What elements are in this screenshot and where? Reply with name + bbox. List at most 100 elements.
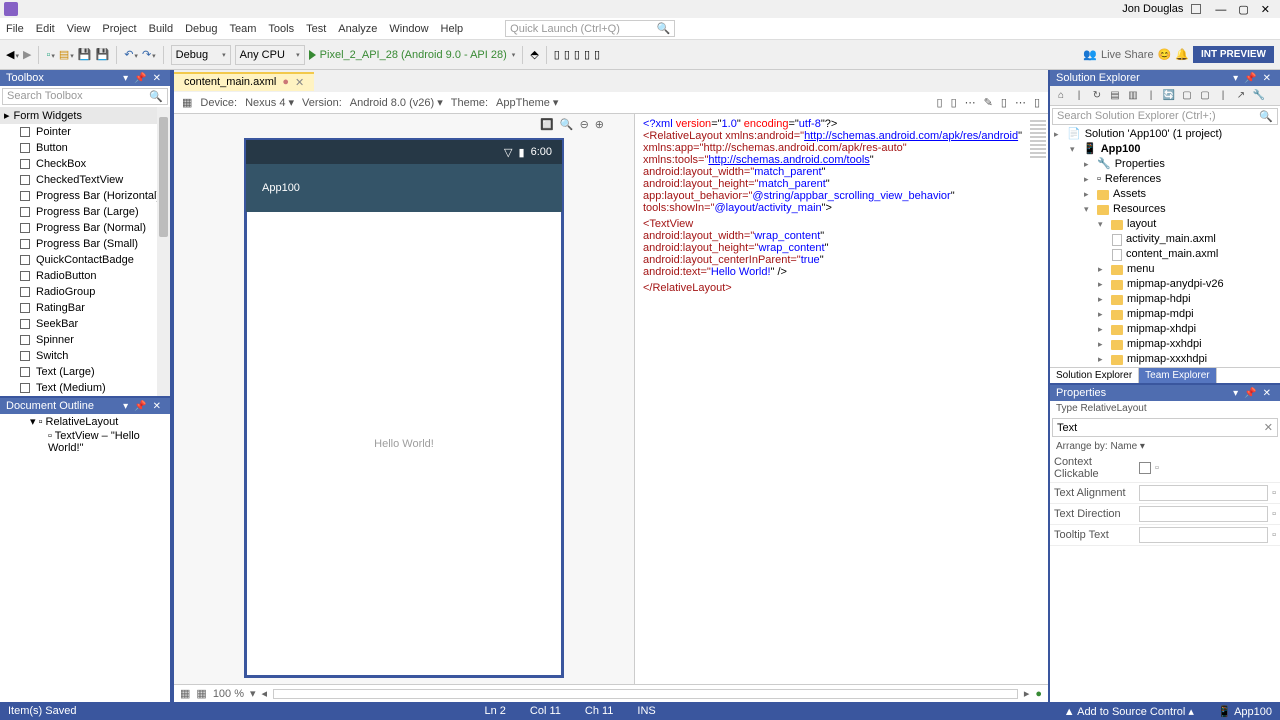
menu-edit[interactable]: Edit [36,23,55,35]
tree-node[interactable]: ▸ mipmap-xxhdpi [1050,337,1280,352]
edit-icon[interactable]: ✎ [984,96,993,109]
zoom-icon[interactable]: 🔲 [540,118,554,131]
property-row[interactable]: Text Direction▫ [1050,504,1280,525]
pane-icon[interactable]: ▯ [1034,96,1040,109]
pane-icon[interactable]: ⋯ [965,96,976,109]
feedback-icon[interactable]: 😊 [1158,48,1172,61]
window-buttons[interactable]: —▢✕ [1209,3,1276,16]
source-control-button[interactable]: ▲ Add to Source Control ▴ [1064,705,1194,718]
toolbox-item[interactable]: RadioButton [0,268,170,284]
save-icon[interactable]: 💾 [78,48,92,61]
pin-icon[interactable]: 📌 [131,401,149,412]
tool-icon[interactable]: ▢ [1179,90,1195,101]
toolbox-item[interactable]: Spinner [0,332,170,348]
quick-launch-input[interactable]: Quick Launch (Ctrl+Q) 🔍 [505,20,675,37]
close-icon[interactable]: ✕ [1260,73,1274,84]
config-select[interactable]: Debug▾ [171,45,231,65]
h-scrollbar[interactable] [273,689,1018,699]
pin-icon[interactable]: 📌 [1241,73,1259,84]
toolbox-item[interactable]: Text (Large) [0,364,170,380]
tool-icon[interactable]: ↻ [1089,90,1105,101]
menu-view[interactable]: View [67,23,91,35]
menu-file[interactable]: File [6,23,24,35]
fit-icon[interactable]: ▦ [196,687,206,700]
toolbox-item[interactable]: CheckedTextView [0,172,170,188]
panel-dropdown-icon[interactable]: ▾ [120,73,131,84]
undo-icon[interactable]: ↶▾ [124,48,138,61]
toolbox-item[interactable]: RadioGroup [0,284,170,300]
minimap[interactable] [1030,118,1046,160]
step-icon[interactable]: ▯ [584,48,590,61]
tool-icon[interactable]: 🔄 [1161,90,1177,101]
notify-icon[interactable]: 🔔 [1175,48,1189,61]
menu-project[interactable]: Project [102,23,136,35]
redo-icon[interactable]: ↷▾ [142,48,156,61]
toolbox-item[interactable]: Progress Bar (Large) [0,204,170,220]
dropdown-icon[interactable]: ▾ [250,687,256,700]
tool-icon[interactable]: ⬘ [530,48,538,61]
step-icon[interactable]: ▯ [554,48,560,61]
se-tab[interactable]: Solution Explorer [1050,368,1139,383]
arrange-by[interactable]: Arrange by: Name ▾ [1050,439,1280,454]
menu-tools[interactable]: Tools [268,23,294,35]
nav-back-icon[interactable]: ◀▾ [6,48,19,61]
open-file-icon[interactable]: ▤▾ [59,48,74,61]
tool-icon[interactable]: ▤ [1107,90,1123,101]
tree-node[interactable]: ▸ mipmap-anydpi-v26 [1050,277,1280,292]
toolbox-item[interactable]: SeekBar [0,316,170,332]
platform-select[interactable]: Any CPU▾ [235,45,305,65]
scrollbar[interactable] [157,107,170,396]
close-icon[interactable]: ✕ [150,73,164,84]
toolbox-item[interactable]: QuickContactBadge [0,252,170,268]
toolbox-item[interactable]: Progress Bar (Small) [0,236,170,252]
scroll-left-icon[interactable]: ◂ [262,687,268,700]
pin-icon[interactable]: 📌 [1241,388,1259,399]
pane-icon[interactable]: ▯ [937,96,943,109]
device-select[interactable]: Nexus 4 ▾ [245,96,294,109]
fit-icon[interactable]: ▦ [180,687,190,700]
property-row[interactable]: Tooltip Text▫ [1050,525,1280,546]
grid-icon[interactable]: ▦ [182,96,192,109]
tool-icon[interactable]: ▥ [1125,90,1141,101]
properties-filter[interactable]: Text✕ [1052,418,1278,437]
step-icon[interactable]: ▯ [574,48,580,61]
close-icon[interactable]: ✕ [1260,388,1274,399]
toolbox-search-input[interactable]: Search Toolbox🔍 [2,88,168,105]
close-icon[interactable]: ✕ [295,76,304,89]
step-icon[interactable]: ▯ [564,48,570,61]
menu-build[interactable]: Build [149,23,173,35]
version-select[interactable]: Android 8.0 (v26) ▾ [350,96,443,109]
menu-debug[interactable]: Debug [185,23,217,35]
tool-icon[interactable]: ↗ [1233,90,1249,101]
code-editor[interactable]: <?xml version="1.0" encoding="utf-8"?> <… [634,114,1048,684]
menu-window[interactable]: Window [389,23,428,35]
outline-node[interactable]: ▾ ▫ RelativeLayout [0,414,170,429]
scroll-right-icon[interactable]: ▸ [1024,687,1030,700]
menu-analyze[interactable]: Analyze [338,23,377,35]
panel-dropdown-icon[interactable]: ▾ [1230,73,1241,84]
toolbox-item[interactable]: Button [0,140,170,156]
pin-icon[interactable]: 📌 [131,73,149,84]
avatar-icon[interactable] [1191,4,1201,14]
zoom-icon[interactable]: 🔍 [560,118,574,131]
pane-icon[interactable]: ⋯ [1015,96,1026,109]
toolbox-item[interactable]: CheckBox [0,156,170,172]
toolbox-group[interactable]: ▸ Form Widgets [0,107,170,124]
document-tab[interactable]: content_main.axml●✕ [174,72,314,91]
theme-select[interactable]: AppTheme ▾ [496,96,558,109]
tree-node[interactable]: ▸ menu [1050,262,1280,277]
menu-help[interactable]: Help [441,23,464,35]
wrench-icon[interactable]: 🔧 [1251,90,1267,101]
toolbox-item[interactable]: Progress Bar (Horizontal) [0,188,170,204]
save-all-icon[interactable]: 💾 [96,48,110,61]
toolbox-item[interactable]: Text (Medium) [0,380,170,396]
solution-tree[interactable]: ▸📄 Solution 'App100' (1 project) ▾📱 App1… [1050,127,1280,367]
home-icon[interactable]: ⌂ [1053,90,1069,101]
live-share-button[interactable]: 👥Live Share [1083,48,1153,61]
zoom-icon[interactable]: ⊕ [595,118,604,131]
toolbox-item[interactable]: Progress Bar (Normal) [0,220,170,236]
toolbox-item[interactable]: RatingBar [0,300,170,316]
property-row[interactable]: Context Clickable▫ [1050,454,1280,483]
pane-icon[interactable]: ▯ [1001,96,1007,109]
panel-dropdown-icon[interactable]: ▾ [120,401,131,412]
